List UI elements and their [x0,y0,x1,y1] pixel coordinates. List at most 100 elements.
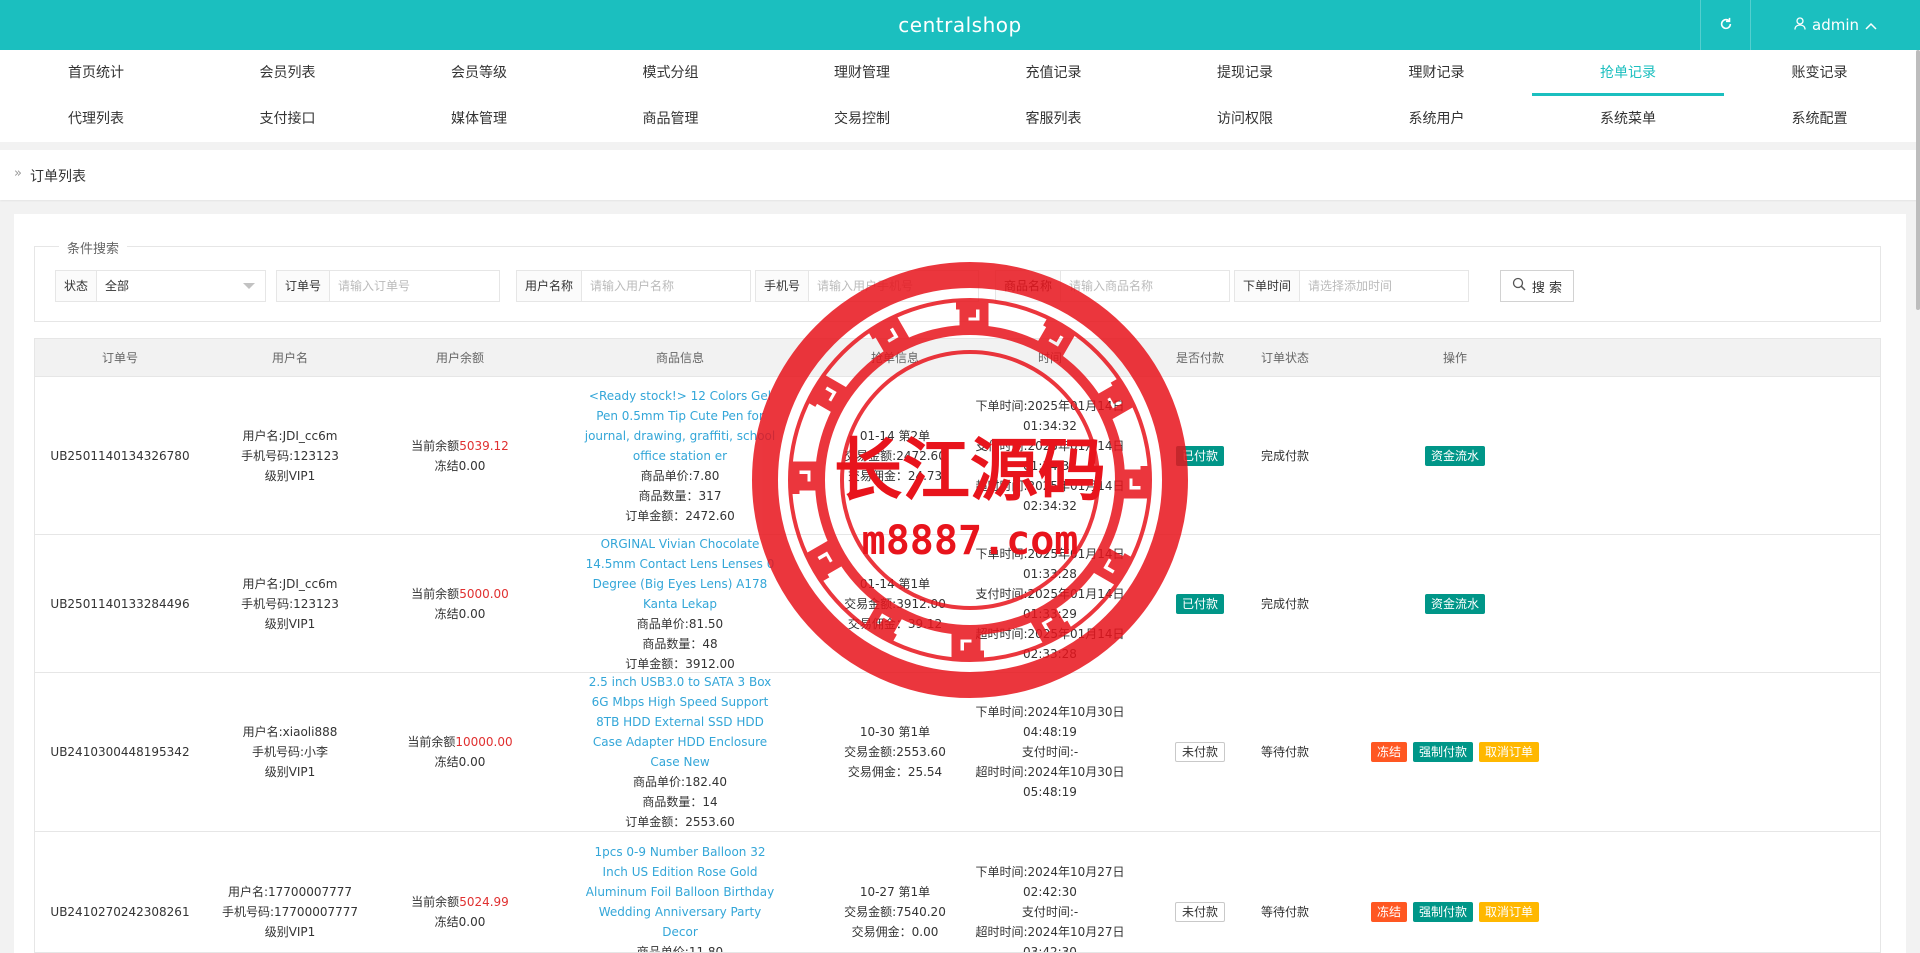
nav-item-row1-8[interactable]: 抢单记录 [1532,50,1724,96]
grab-info-line: 交易金额:7540.20 [844,904,946,919]
nav-item-row2-2[interactable]: 媒体管理 [383,96,575,142]
product-name-label: 商品名称 [996,271,1062,301]
nav-item-row2-6[interactable]: 访问权限 [1149,96,1341,142]
orders-table: 订单号 用户名 用户余额 商品信息 抢单信息 时间 是否付款 订单状态 操作 UB2501140… [34,338,1881,953]
time-line: 下单时间:2024年10月27日 02:42:30 [975,864,1125,899]
status-selected-text: 全部 [105,279,130,293]
user-info-line: 级别VIP1 [264,924,316,939]
nav-item-row2-0[interactable]: 代理列表 [0,96,192,142]
order-number-cell: UB2501140134326780 [35,377,205,534]
nav-item-row2-4[interactable]: 交易控制 [766,96,958,142]
frozen-balance: 冻结0.00 [434,755,486,769]
app-title: centralshop [898,13,1022,37]
product-title-link[interactable]: ORGINAL Vivian Chocolate 14.5mm Contact … [580,534,780,614]
user-cell: 用户名:JDI_cc6m 手机号码:123123 级别VIP1 [205,535,375,672]
balance-line: 当前余额5039.12 [411,436,509,456]
actions-cell: 资金流水 [1330,377,1580,534]
page-title: 订单列表 [30,169,86,185]
product-detail-line: 商品单价:81.50 [636,616,724,631]
action-button-1[interactable]: 强制付款 [1412,901,1473,922]
balance-value: 10000.00 [455,735,513,749]
order-time-input[interactable]: 请选择添加时间 [1300,271,1468,301]
nav-item-row1-4[interactable]: 理财管理 [766,50,958,96]
nav-item-row2-7[interactable]: 系统用户 [1341,96,1533,142]
action-button-0[interactable]: 冻结 [1370,901,1407,922]
page-scrollbar[interactable] [1916,50,1920,310]
nav-item-row1-3[interactable]: 模式分组 [575,50,767,96]
product-detail-line: 商品单价:182.40 [632,775,728,789]
username-input[interactable]: 请输入用户名称 [582,271,750,301]
nav-item-row1-5[interactable]: 充值记录 [958,50,1150,96]
nav-row-2: 代理列表 支付接口 媒体管理 商品管理 交易控制 客服列表 访问权限 系统用户 系统菜单 系统配置 [0,96,1920,142]
action-button-2[interactable]: 取消订单 [1479,901,1540,922]
time-cell: 下单时间:2025年01月14日 01:34:32 支付时间:2025年01月14… [965,377,1135,534]
payment-status-badge: 未付款 [1174,742,1225,762]
payment-status-badge: 未付款 [1174,901,1225,922]
payment-status-badge: 已付款 [1175,445,1224,466]
nav-item-row1-9[interactable]: 账变记录 [1724,50,1916,96]
user-info-line: 级别VIP1 [264,765,316,779]
grab-info-line: 交易佣金：0.00 [851,924,939,939]
product-name-input[interactable]: 请输入商品名称 [1061,271,1229,301]
frozen-balance: 冻结0.00 [434,606,486,621]
order-number-input[interactable]: 请输入订单号 [330,271,499,301]
order-status: 完成付款 [1260,448,1309,463]
action-button-0[interactable]: 资金流水 [1424,593,1485,614]
main-panel: 条件搜索 状态 全部 订单号 请输入订单号 用户名称 请输入用户名称 手机号 请… [14,214,1906,953]
user-icon [1794,16,1806,34]
product-title-link[interactable]: 1pcs 0-9 Number Balloon 32 Inch US Editi… [580,842,780,942]
order-time-field[interactable]: 下单时间 请选择添加时间 [1234,270,1469,302]
action-button-1[interactable]: 强制付款 [1412,742,1473,762]
product-title-link[interactable]: <Ready stock!> 12 Colors Gel Pen 0.5mm T… [580,386,780,466]
nav-item-row1-2[interactable]: 会员等级 [383,50,575,96]
grab-info-line: 10-27 第1单 [859,884,931,899]
order-number-cell: UB2501140133284496 [35,535,205,672]
action-button-2[interactable]: 取消订单 [1479,742,1540,762]
payment-cell: 未付款 [1165,673,1235,831]
order-number-field[interactable]: 订单号 请输入订单号 [276,270,500,302]
frozen-balance: 冻结0.00 [434,914,486,929]
time-line: 下单时间:2025年01月14日 01:34:32 [975,398,1125,433]
user-menu[interactable]: admin [1750,0,1920,50]
nav-item-row1-7[interactable]: 理财记录 [1341,50,1533,96]
nav-item-row2-9[interactable]: 系统配置 [1724,96,1916,142]
nav-item-row1-0[interactable]: 首页统计 [0,50,192,96]
refresh-button[interactable] [1700,0,1750,50]
user-info-line: 用户名:17700007777 [227,884,353,899]
user-cell: 用户名:xiaoli888 手机号码:小李 级别VIP1 [205,673,375,831]
breadcrumb: » 订单列表 [0,150,1920,200]
product-title-link[interactable]: 2.5 inch USB3.0 to SATA 3 Box 6G Mbps Hi… [580,672,780,772]
user-info-line: 用户名:JDI_cc6m [242,576,338,591]
balance-cell: 当前余额5024.99 冻结0.00 [375,832,545,952]
nav-item-row2-5[interactable]: 客服列表 [958,96,1150,142]
status-select[interactable]: 状态 全部 [55,270,266,302]
double-chevron-right-icon: » [14,166,22,181]
grab-info-cell: 01-14 第2单 交易金额:2472.60 交易佣金：24.73 [805,377,985,534]
user-cell: 用户名:17700007777 手机号码:17700007777 级别VIP1 [205,832,375,952]
action-button-0[interactable]: 冻结 [1370,742,1407,762]
grab-info-line: 交易金额:2553.60 [844,745,946,759]
balance-cell: 当前余额5000.00 冻结0.00 [375,535,545,672]
action-button-0[interactable]: 资金流水 [1424,445,1485,466]
username-field[interactable]: 用户名称 请输入用户名称 [516,270,751,302]
frozen-balance: 冻结0.00 [434,458,486,473]
search-button[interactable]: 搜 索 [1500,270,1574,302]
nav-item-row2-8[interactable]: 系统菜单 [1532,96,1724,142]
product-name-field[interactable]: 商品名称 请输入商品名称 [995,270,1230,302]
grab-info-line: 01-14 第2单 [859,428,931,443]
column-header-1: 用户名 [271,351,308,365]
time-line: 超时时间:2024年10月30日 05:48:19 [975,765,1125,799]
phone-input[interactable]: 请输入用户手机号 [809,271,978,301]
nav-item-row2-1[interactable]: 支付接口 [192,96,384,142]
nav-item-row2-3[interactable]: 商品管理 [575,96,767,142]
phone-field[interactable]: 手机号 请输入用户手机号 [755,270,979,302]
product-cell: 1pcs 0-9 Number Balloon 32 Inch US Editi… [545,832,815,953]
nav-item-row1-1[interactable]: 会员列表 [192,50,384,96]
nav-item-row1-6[interactable]: 提现记录 [1149,50,1341,96]
user-info-line: 用户名:JDI_cc6m [242,428,338,443]
action-buttons: 冻结 强制付款 取消订单 [1370,742,1540,762]
refresh-icon [1719,16,1733,35]
order-status-cell: 完成付款 [1240,535,1330,672]
balance-cell: 当前余额5039.12 冻结0.00 [375,377,545,534]
product-cell: <Ready stock!> 12 Colors Gel Pen 0.5mm T… [545,377,815,534]
